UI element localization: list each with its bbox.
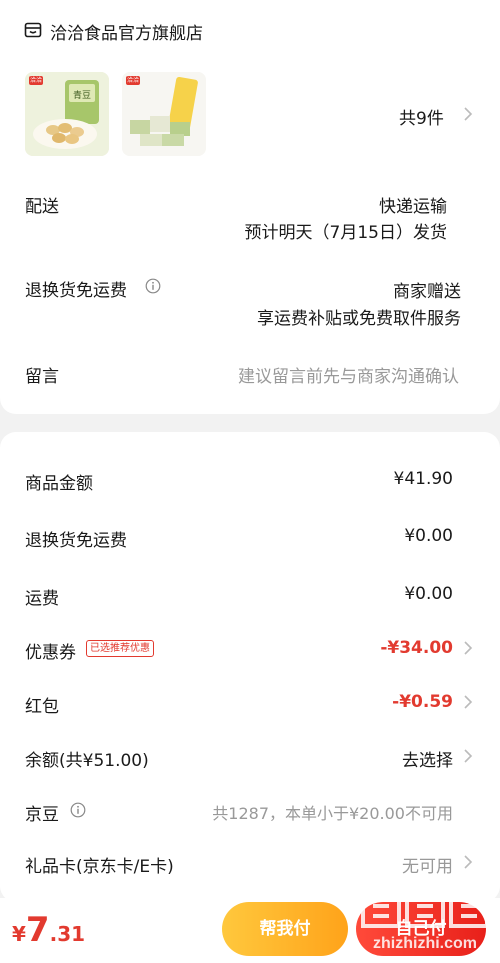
return-shipping-desc: 享运费补贴或免费取件服务: [257, 309, 461, 329]
red-packet-label: 红包: [25, 697, 59, 717]
brand-logo: 洽洽: [29, 77, 42, 84]
message-input[interactable]: 建议留言前先与商家沟通确认: [238, 362, 459, 387]
chevron-right-icon[interactable]: [463, 855, 477, 869]
jingdou-label: 京豆: [25, 805, 59, 825]
coupon-value[interactable]: -¥34.00: [380, 638, 453, 658]
chevron-right-icon[interactable]: [463, 695, 477, 709]
price-decimal: .31: [49, 922, 86, 946]
item-count[interactable]: 共9件: [399, 104, 444, 129]
store-icon: [24, 21, 42, 39]
info-icon[interactable]: [145, 278, 161, 294]
gift-card-value[interactable]: 无可用: [402, 852, 453, 877]
store-name[interactable]: 洽洽食品官方旗舰店: [50, 19, 203, 44]
message-label: 留言: [25, 367, 59, 387]
product-thumbnail[interactable]: 洽洽: [122, 72, 206, 156]
chevron-right-icon[interactable]: [463, 641, 477, 655]
brand-logo: 洽洽: [126, 77, 139, 84]
balance-label: 余额(共¥51.00): [25, 751, 149, 771]
price-summary-card: [0, 432, 500, 902]
goods-amount-label: 商品金额: [25, 474, 93, 494]
return-fee-value: ¥0.00: [404, 526, 453, 546]
balance-select[interactable]: 去选择: [402, 746, 453, 771]
help-me-pay-button[interactable]: 帮我付: [222, 902, 348, 956]
return-shipping-label: 退换货免运费: [25, 281, 127, 301]
pack-label: 青豆: [73, 91, 92, 101]
delivery-method[interactable]: 快递运输: [379, 192, 447, 217]
total-price: ¥7.31: [12, 910, 85, 950]
goods-amount-value: ¥41.90: [393, 469, 453, 489]
delivery-label: 配送: [25, 197, 59, 217]
currency-symbol: ¥: [12, 922, 26, 946]
return-shipping-value: 商家赠送: [393, 282, 461, 302]
shipping-label: 运费: [25, 589, 59, 609]
red-packet-value[interactable]: -¥0.59: [392, 692, 453, 712]
chevron-right-icon[interactable]: [463, 107, 477, 121]
gift-card-label: 礼品卡(京东卡/E卡): [25, 857, 174, 877]
coupon-label: 优惠券: [25, 643, 76, 663]
return-fee-label: 退换货免运费: [25, 531, 127, 551]
product-thumbnail[interactable]: 洽洽 青豆: [25, 72, 109, 156]
chevron-right-icon[interactable]: [463, 749, 477, 763]
jingdou-value: 共1287，本单小于¥20.00不可用: [212, 804, 453, 823]
coupon-tag: 已选推荐优惠: [86, 640, 154, 657]
pay-myself-button[interactable]: 自己付: [356, 902, 486, 956]
shipping-value: ¥0.00: [404, 584, 453, 604]
info-icon[interactable]: [70, 802, 86, 818]
delivery-eta: 预计明天（7月15日）发货: [244, 223, 447, 243]
price-integer: 7: [25, 910, 50, 950]
